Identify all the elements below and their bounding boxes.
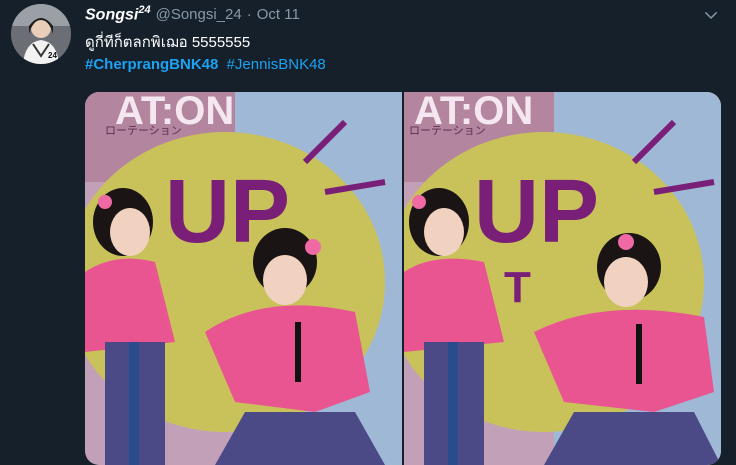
- svg-text:24: 24: [48, 51, 57, 60]
- photo-1-image: AT:ON ローテーション UP T: [85, 92, 402, 465]
- display-name[interactable]: Songsi24: [85, 4, 151, 24]
- hashtag-list: #CherprangBNK48 #JennisBNK48: [85, 54, 722, 76]
- sign-sub-text: ローテーション: [409, 124, 486, 137]
- sign-low-text: T: [504, 263, 531, 312]
- tweet-text: ดูกี่ทีก็ตลกพิเฌอ 5555555: [85, 34, 251, 51]
- sign-sub-text: ローテーション: [105, 124, 182, 137]
- photo-2-image: AT:ON ローテーション UP T: [404, 92, 721, 465]
- tweet-date[interactable]: Oct 11: [257, 6, 300, 23]
- avatar[interactable]: 24: [11, 4, 71, 64]
- hashtag-cherprang[interactable]: #CherprangBNK48: [85, 56, 218, 73]
- display-name-superscript: 24: [138, 4, 151, 16]
- avatar-image: 24: [11, 4, 71, 64]
- media-grid: AT:ON ローテーション UP T: [85, 92, 721, 465]
- photo-1[interactable]: AT:ON ローテーション UP T: [85, 92, 402, 465]
- photo-2[interactable]: AT:ON ローテーション UP T: [404, 92, 721, 465]
- separator-dot: ·: [246, 6, 252, 24]
- tweet-content: Songsi24 @Songsi_24 · Oct 11 ดูกี่ทีก็ตล…: [85, 4, 722, 76]
- chevron-down-icon[interactable]: [702, 6, 720, 24]
- hashtag-jennis[interactable]: #JennisBNK48: [227, 56, 326, 73]
- sign-mid-text: UP: [474, 162, 599, 262]
- tweet[interactable]: 24 Songsi24 @Songsi_24 · Oct 11 ดูกี่ทีก…: [0, 0, 736, 465]
- user-handle[interactable]: @Songsi_24: [156, 6, 242, 23]
- tweet-header: Songsi24 @Songsi_24 · Oct 11: [85, 4, 722, 28]
- display-name-text[interactable]: Songsi: [85, 6, 138, 23]
